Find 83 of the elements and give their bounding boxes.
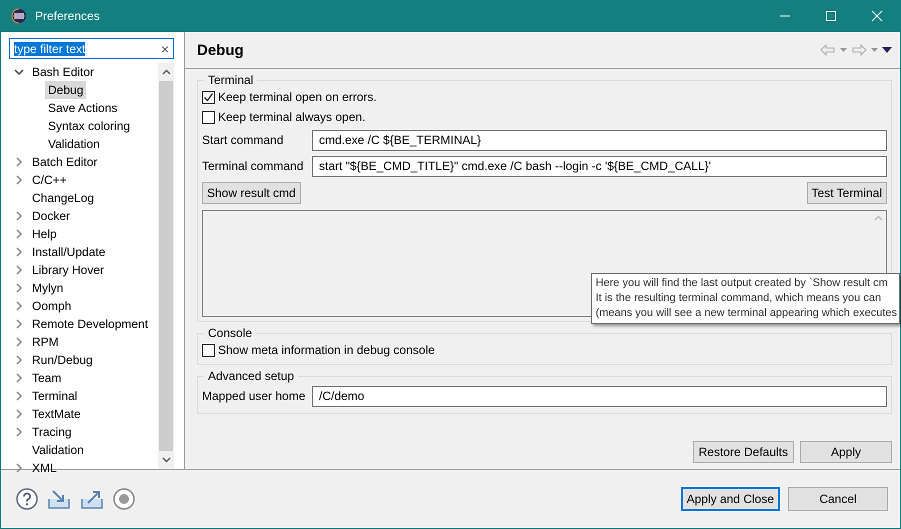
tooltip-text: Here you will find the last output created by `Show result cm: [596, 276, 889, 291]
chevron-right-icon[interactable]: [15, 301, 23, 311]
tree-item[interactable]: Batch Editor: [29, 153, 100, 171]
scrollbar-thumb[interactable]: [159, 81, 173, 451]
tooltip-text: (means you will see a new terminal appearing which executes: [596, 306, 897, 321]
tree-item[interactable]: ChangeLog: [29, 189, 98, 207]
chevron-right-icon[interactable]: [15, 283, 23, 293]
apply-and-close-button[interactable]: Apply and Close: [680, 487, 780, 511]
tree-item[interactable]: TextMate: [29, 405, 84, 423]
export-icon[interactable]: [80, 489, 104, 509]
apply-button[interactable]: Apply: [800, 441, 892, 463]
tree-item[interactable]: RPM: [29, 333, 62, 351]
forward-arrow-icon[interactable]: [851, 44, 867, 56]
chevron-right-icon[interactable]: [15, 463, 23, 473]
help-icon[interactable]: [16, 488, 38, 510]
window-title: Preferences: [35, 9, 101, 23]
group-title: Advanced setup: [207, 369, 296, 383]
record-icon[interactable]: [113, 488, 135, 510]
checkbox-label[interactable]: Keep terminal open on errors.: [218, 90, 377, 104]
tree-item[interactable]: C/C++: [29, 171, 70, 189]
clear-button[interactable]: ×: [160, 40, 169, 56]
tree-item[interactable]: Terminal: [29, 387, 80, 405]
scroll-down-icon[interactable]: [162, 457, 170, 463]
tree-item[interactable]: Docker: [29, 207, 74, 225]
chevron-right-icon[interactable]: [15, 409, 23, 419]
checkbox[interactable]: [202, 90, 215, 104]
tree-item[interactable]: Syntax coloring: [45, 117, 134, 135]
tree-item[interactable]: Team: [29, 369, 64, 387]
restore-defaults-button[interactable]: Restore Defaults: [692, 441, 794, 463]
chevron-right-icon[interactable]: [15, 427, 23, 437]
chevron-right-icon[interactable]: [15, 391, 23, 401]
cancel-button[interactable]: Cancel: [788, 487, 888, 511]
checkbox[interactable]: [202, 110, 215, 124]
filter-field[interactable]: type filter text ×: [9, 38, 174, 59]
chevron-down-icon[interactable]: [14, 68, 24, 76]
tree-item[interactable]: Save Actions: [45, 99, 120, 117]
checkbox-label[interactable]: Keep terminal always open.: [218, 110, 366, 124]
tree-item[interactable]: Debug: [45, 81, 86, 99]
chevron-right-icon[interactable]: [15, 337, 23, 347]
page-title: Debug: [197, 42, 245, 58]
tooltip-text: It is the resulting terminal command, which means you can: [596, 291, 882, 306]
field-label: Terminal command: [202, 159, 304, 173]
show-result-button[interactable]: Show result cmd: [202, 182, 301, 204]
chevron-right-icon[interactable]: [15, 229, 23, 239]
checkbox-label[interactable]: Show meta information in debug console: [218, 343, 435, 357]
eclipse-logo-icon: [11, 8, 27, 24]
tree-item[interactable]: Validation: [45, 135, 103, 153]
maximize-icon[interactable]: [823, 8, 839, 24]
tree-item[interactable]: Validation: [29, 441, 87, 459]
tree-item[interactable]: XML: [29, 459, 60, 477]
tree-item[interactable]: Help: [29, 225, 60, 243]
scroll-up-icon[interactable]: [162, 69, 170, 75]
test-terminal-button[interactable]: Test Terminal: [806, 182, 887, 204]
input-field[interactable]: /C/demo: [312, 386, 887, 406]
dropdown-icon[interactable]: [871, 48, 878, 52]
dropdown-icon[interactable]: [840, 48, 847, 52]
close-icon[interactable]: [869, 8, 885, 24]
input-field[interactable]: cmd.exe /C ${BE_TERMINAL}: [312, 130, 887, 150]
import-icon[interactable]: [47, 489, 71, 509]
field-label: Start command: [202, 133, 284, 147]
chevron-right-icon[interactable]: [15, 211, 23, 221]
tree-item[interactable]: Run/Debug: [29, 351, 96, 369]
chevron-right-icon[interactable]: [15, 319, 23, 329]
chevron-right-icon[interactable]: [15, 175, 23, 185]
chevron-right-icon[interactable]: [15, 265, 23, 275]
group-title: Terminal: [207, 73, 254, 87]
tree-item[interactable]: Library Hover: [29, 261, 108, 279]
back-arrow-icon[interactable]: [820, 44, 836, 56]
tree-item[interactable]: Bash Editor: [29, 63, 98, 81]
tree-item[interactable]: Tracing: [29, 423, 75, 441]
chevron-right-icon[interactable]: [15, 157, 23, 167]
chevron-right-icon[interactable]: [15, 373, 23, 383]
chevron-right-icon[interactable]: [15, 355, 23, 365]
view-menu-icon[interactable]: [882, 47, 892, 53]
tree-item[interactable]: Install/Update: [29, 243, 108, 261]
tree-item[interactable]: Mylyn: [29, 279, 66, 297]
checkbox[interactable]: [202, 344, 215, 356]
field-label: Mapped user home: [202, 389, 306, 403]
tree-item[interactable]: Oomph: [29, 297, 74, 315]
group-title: Console: [207, 326, 254, 340]
input-field[interactable]: start "${BE_CMD_TITLE}" cmd.exe /C bash --login -c '${BE_CMD_CALL}': [312, 156, 887, 176]
chevron-right-icon[interactable]: [15, 247, 23, 257]
tree-item[interactable]: Remote Development: [29, 315, 152, 333]
